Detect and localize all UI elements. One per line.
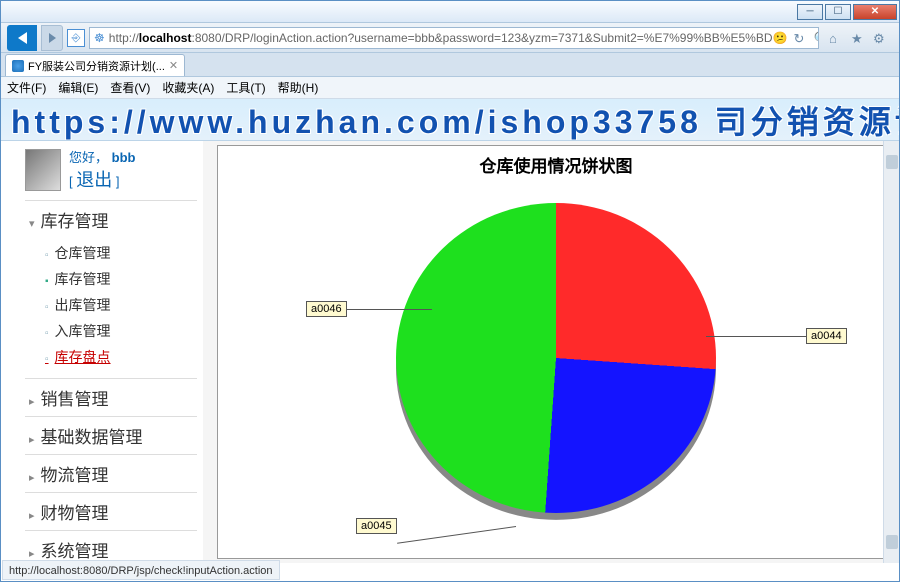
- menu-bar: 文件(F) 编辑(E) 查看(V) 收藏夹(A) 工具(T) 帮助(H): [1, 77, 899, 99]
- subnav-inventory: 仓库管理 库存管理 出库管理 入库管理 库存盘点: [25, 238, 197, 378]
- browser-toolbar: ⎆ ☸ http://localhost:8080/DRP/loginActio…: [1, 23, 899, 53]
- emoji-icon: 😕: [773, 31, 788, 45]
- pie-chart: a0044 a0045 a0046: [246, 183, 866, 543]
- refresh-icon[interactable]: ↻: [793, 31, 807, 45]
- avatar: [25, 149, 61, 191]
- gear-icon[interactable]: ⚙: [873, 31, 887, 45]
- nav-cat-basedata[interactable]: 基础数据管理: [25, 416, 197, 454]
- menu-favorites[interactable]: 收藏夹(A): [162, 79, 214, 96]
- tab-strip: FY服装公司分销资源计划(... ✕: [1, 53, 899, 77]
- url-rest: :8080/DRP/loginAction.action?username=bb…: [191, 31, 772, 45]
- menu-file[interactable]: 文件(F): [7, 79, 46, 96]
- logout-link[interactable]: 退出: [76, 170, 112, 190]
- url-host: localhost: [139, 31, 192, 45]
- sidebar: 您好， bbb [ 退出 ] 库存管理 仓库管理 库存管理 出库管理 入库管理 …: [1, 141, 203, 563]
- menu-view[interactable]: 查看(V): [110, 79, 150, 96]
- username: bbb: [112, 150, 136, 165]
- page-banner: https://www.huzhan.com/ishop33758 司分销资源计…: [1, 99, 899, 141]
- home-icon[interactable]: ⌂: [829, 31, 843, 45]
- nav-cat-logistics[interactable]: 物流管理: [25, 454, 197, 492]
- scroll-up-icon[interactable]: [886, 155, 898, 169]
- tab-close-icon[interactable]: ✕: [169, 59, 178, 72]
- subnav-stock[interactable]: 库存管理: [25, 266, 197, 292]
- pie-label-a0044: a0044: [806, 328, 847, 344]
- close-button[interactable]: ✕: [853, 4, 897, 20]
- content-area: 仓库使用情况饼状图 a0044 a0045 a0046: [203, 141, 899, 563]
- back-button[interactable]: [7, 25, 37, 51]
- tab-title: FY服装公司分销资源计划(...: [28, 58, 165, 74]
- search-icon[interactable]: 🔍: [813, 31, 819, 45]
- nav-cat-sales[interactable]: 销售管理: [25, 378, 197, 416]
- maximize-button[interactable]: ☐: [825, 4, 851, 20]
- browser-tab[interactable]: FY服装公司分销资源计划(... ✕: [5, 54, 185, 76]
- minimize-button[interactable]: ─: [797, 4, 823, 20]
- nav-cat-inventory[interactable]: 库存管理: [25, 200, 197, 238]
- address-bar[interactable]: ☸ http://localhost:8080/DRP/loginAction.…: [89, 27, 819, 49]
- subnav-warehouse[interactable]: 仓库管理: [25, 240, 197, 266]
- security-shield-icon[interactable]: ⎆: [67, 29, 85, 47]
- url-prefix: http://: [109, 31, 139, 45]
- pie-label-a0046: a0046: [306, 301, 347, 317]
- subnav-outbound[interactable]: 出库管理: [25, 292, 197, 318]
- menu-tools[interactable]: 工具(T): [226, 79, 265, 96]
- chart-panel: 仓库使用情况饼状图 a0044 a0045 a0046: [217, 145, 895, 559]
- favorites-icon[interactable]: ★: [851, 31, 865, 45]
- status-bar: http://localhost:8080/DRP/jsp/check!inpu…: [2, 560, 280, 580]
- pie-label-a0045: a0045: [356, 518, 397, 534]
- vertical-scrollbar[interactable]: [883, 141, 899, 563]
- menu-help[interactable]: 帮助(H): [278, 79, 319, 96]
- nav-cat-finance[interactable]: 财物管理: [25, 492, 197, 530]
- subnav-inbound[interactable]: 入库管理: [25, 318, 197, 344]
- scroll-down-icon[interactable]: [886, 535, 898, 549]
- greeting-label: 您好，: [69, 150, 108, 165]
- window-titlebar: ─ ☐ ✕: [1, 1, 899, 23]
- subnav-check[interactable]: 库存盘点: [25, 344, 197, 370]
- banner-text: https://www.huzhan.com/ishop33758 司分销资源计…: [11, 99, 899, 141]
- forward-button[interactable]: [41, 25, 63, 51]
- menu-edit[interactable]: 编辑(E): [58, 79, 98, 96]
- user-box: 您好， bbb [ 退出 ]: [25, 147, 197, 192]
- chart-title: 仓库使用情况饼状图: [218, 146, 894, 183]
- favicon-icon: [12, 60, 24, 72]
